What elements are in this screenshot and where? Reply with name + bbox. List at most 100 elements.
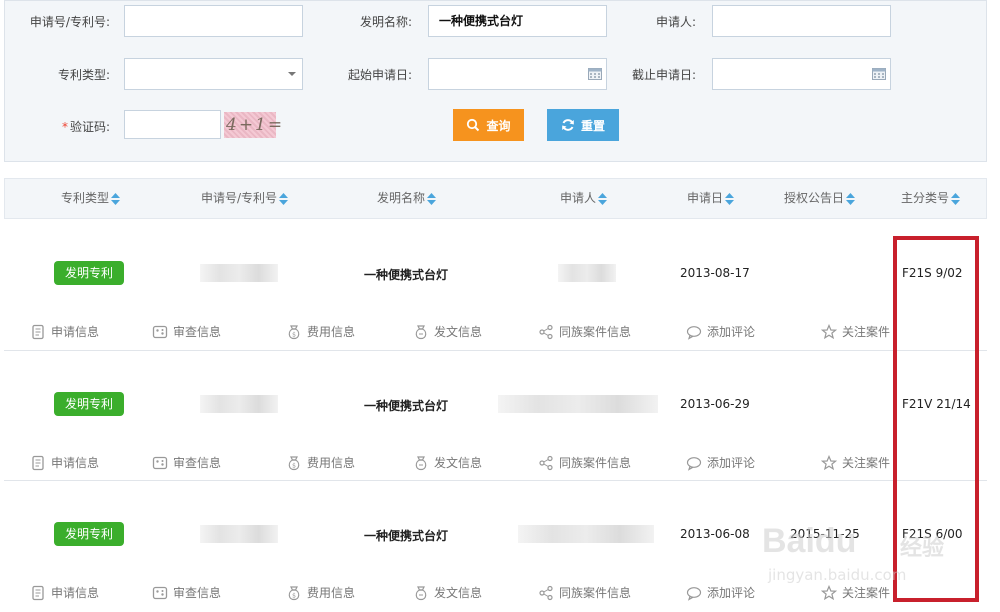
sort-icon[interactable] <box>846 192 856 205</box>
watermark-brand: Baidu <box>762 522 857 560</box>
watermark-url: jingyan.baidu.com <box>768 566 907 584</box>
required-mark: * <box>61 120 68 134</box>
share-icon <box>539 585 553 600</box>
action-review-info[interactable]: 审查信息 <box>152 323 221 340</box>
action-follow-case[interactable]: 关注案件 <box>821 323 890 340</box>
money-bag-icon: $ <box>288 455 300 470</box>
redacted-app-no <box>200 264 278 282</box>
document-icon <box>32 324 44 339</box>
action-dispatch-info[interactable]: 发文信息 <box>413 454 482 471</box>
column-header-main-class[interactable]: 主分类号 <box>901 179 961 218</box>
column-header-label: 申请日 <box>687 191 724 205</box>
redacted-app-no <box>200 395 278 413</box>
column-header-type[interactable]: 专利类型 <box>61 179 121 218</box>
action-label: 发文信息 <box>434 325 483 339</box>
action-application-info[interactable]: 申请信息 <box>30 454 99 471</box>
action-review-info[interactable]: 审查信息 <box>152 584 221 601</box>
action-fee-info[interactable]: $ 费用信息 <box>286 323 355 340</box>
sort-icon[interactable] <box>725 192 735 205</box>
watermark-suffix: 经验 <box>900 536 945 561</box>
review-icon <box>152 586 168 599</box>
action-label: 申请信息 <box>51 586 100 600</box>
star-icon <box>821 454 837 470</box>
sort-icon[interactable] <box>951 192 961 205</box>
column-header-grant-date[interactable]: 授权公告日 <box>784 179 856 218</box>
action-add-comment[interactable]: 添加评论 <box>686 323 755 340</box>
captcha-label: 验证码: <box>69 120 110 134</box>
captcha-image[interactable]: 4+1= <box>224 112 282 138</box>
action-label: 审查信息 <box>173 325 222 339</box>
action-review-info[interactable]: 审查信息 <box>152 454 221 471</box>
column-header-label: 申请人 <box>560 191 597 205</box>
end-date-label: 截止申请日: <box>631 68 696 82</box>
review-icon <box>152 456 168 469</box>
svg-text:$: $ <box>292 331 296 338</box>
action-fee-info[interactable]: $ 费用信息 <box>286 584 355 601</box>
action-dispatch-info[interactable]: 发文信息 <box>413 584 482 601</box>
document-icon <box>32 585 44 600</box>
redacted-applicant <box>518 525 654 543</box>
table-header: 专利类型 申请号/专利号 发明名称 申请人 申请日 授权公告日 主分类号 <box>4 178 987 219</box>
start-date-label: 起始申请日: <box>347 68 412 82</box>
start-date-input[interactable] <box>428 58 607 90</box>
invention-title[interactable]: 一种便携式台灯 <box>364 527 448 544</box>
reset-button[interactable]: 重置 <box>547 109 619 141</box>
captcha-input[interactable] <box>124 110 221 139</box>
app-no-input[interactable] <box>124 5 303 37</box>
redacted-applicant <box>558 264 616 282</box>
action-label: 审查信息 <box>173 586 222 600</box>
end-date-input[interactable] <box>712 58 891 90</box>
refresh-icon <box>562 119 574 131</box>
column-header-apply-date[interactable]: 申请日 <box>687 179 735 218</box>
action-family-cases[interactable]: 同族案件信息 <box>538 323 631 340</box>
action-fee-info[interactable]: $ 费用信息 <box>286 454 355 471</box>
sort-icon[interactable] <box>427 192 437 205</box>
dispatch-icon <box>415 455 427 470</box>
redacted-app-no <box>200 525 278 543</box>
svg-text:$: $ <box>292 592 296 599</box>
invention-title[interactable]: 一种便携式台灯 <box>364 266 448 283</box>
column-header-label: 发明名称 <box>377 191 426 205</box>
action-label: 申请信息 <box>51 456 100 470</box>
column-header-label: 授权公告日 <box>784 191 845 205</box>
title-input[interactable]: 一种便携式台灯 <box>428 5 607 37</box>
redacted-applicant <box>498 395 658 413</box>
baidu-watermark: Baidu 经验 jingyan.baidu.com <box>762 522 962 592</box>
action-label: 申请信息 <box>51 325 100 339</box>
query-button[interactable]: 查询 <box>453 109 524 141</box>
svg-text:$: $ <box>292 462 296 469</box>
patent-type-select[interactable] <box>124 58 303 90</box>
action-label: 同族案件信息 <box>559 325 632 339</box>
action-add-comment[interactable]: 添加评论 <box>686 454 755 471</box>
calendar-icon[interactable] <box>872 68 886 80</box>
action-add-comment[interactable]: 添加评论 <box>686 584 755 601</box>
search-icon <box>467 118 480 132</box>
action-follow-case[interactable]: 关注案件 <box>821 454 890 471</box>
column-header-title[interactable]: 发明名称 <box>377 179 437 218</box>
action-label: 审查信息 <box>173 456 222 470</box>
row-divider <box>4 350 987 351</box>
row-divider <box>4 480 987 481</box>
comment-icon <box>686 325 702 340</box>
sort-icon[interactable] <box>279 192 289 205</box>
money-bag-icon: $ <box>288 585 300 600</box>
action-label: 关注案件 <box>842 456 891 470</box>
sort-icon[interactable] <box>598 192 608 205</box>
action-family-cases[interactable]: 同族案件信息 <box>538 584 631 601</box>
type-label: 专利类型: <box>57 68 110 82</box>
action-application-info[interactable]: 申请信息 <box>30 323 99 340</box>
action-application-info[interactable]: 申请信息 <box>30 584 99 601</box>
sort-icon[interactable] <box>111 192 121 205</box>
action-label: 费用信息 <box>307 456 356 470</box>
action-family-cases[interactable]: 同族案件信息 <box>538 454 631 471</box>
column-header-app-no[interactable]: 申请号/专利号 <box>201 179 289 218</box>
share-icon <box>539 455 553 470</box>
action-dispatch-info[interactable]: 发文信息 <box>413 323 482 340</box>
calendar-icon[interactable] <box>588 68 602 80</box>
action-label: 添加评论 <box>707 456 756 470</box>
invention-title[interactable]: 一种便携式台灯 <box>364 397 448 414</box>
action-label: 添加评论 <box>707 586 756 600</box>
column-header-applicant[interactable]: 申请人 <box>560 179 608 218</box>
query-button-label: 查询 <box>486 118 511 133</box>
applicant-input[interactable] <box>712 5 891 37</box>
